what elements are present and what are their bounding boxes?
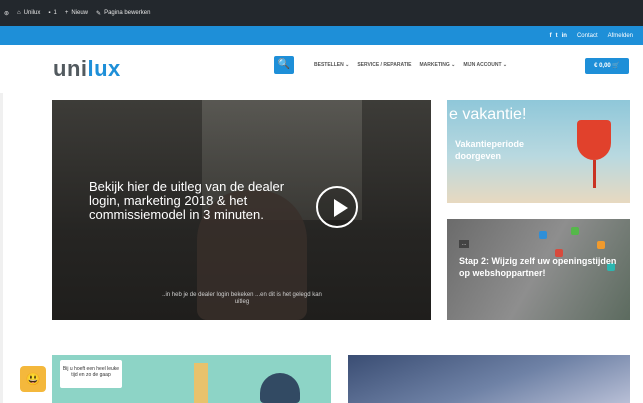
webshop-card[interactable]: ... Stap 2: Wijzig zelf uw openingstijde… [447,219,630,320]
social-links: f t in [550,33,567,39]
admin-bar: ⊛ ⌂ Unilux ▪ 1 + Nieuw ✎ Pagina bewerken [0,0,643,26]
pencil-icon: ✎ [96,10,102,17]
site-logo[interactable]: unilux [53,56,121,82]
app-icon-blue [539,231,547,239]
drink-stem [593,160,596,188]
vacation-card[interactable]: e vakantie! Vakantieperiode doorgeven [447,100,630,203]
main-nav: BESTELLEN ⌄ SERVICE / REPARATIE MARKETIN… [314,62,507,68]
webshop-title: Stap 2: Wijzig zelf uw openingstijden op… [459,256,617,278]
video-caption: Bekijk hier de uitleg van de dealer logi… [89,179,285,222]
comments-link[interactable]: ▪ 1 [48,10,56,16]
home-icon: ⌂ [17,10,21,16]
site-link[interactable]: ⌂ Unilux [17,10,40,16]
edit-page-link[interactable]: ✎ Pagina bewerken [96,10,150,17]
app-icon-green [571,227,579,235]
play-icon[interactable] [316,186,358,228]
nav-item-marketing[interactable]: MARKETING ⌄ [420,62,456,68]
vacation-heading: e vakantie! [449,106,527,123]
search-button[interactable]: 🔍 [274,56,294,74]
comment-icon: ▪ [48,10,51,16]
nav-item-service[interactable]: SERVICE / REPARATIE [357,62,411,68]
card-badge: ... [459,240,470,248]
cart-button[interactable]: € 0,00 🛒 [585,58,629,74]
nav-item-bestellen[interactable]: BESTELLEN ⌄ [314,62,349,68]
video-subtitle: ..in heb je de dealer login bekeken ...e… [162,292,322,305]
drink-icon [577,120,611,160]
promo-card-right[interactable] [348,355,630,403]
search-icon: 🔍 [277,59,291,70]
wordpress-icon[interactable]: ⊛ [4,10,9,17]
app-icon-orange [597,241,605,249]
vacation-title: Vakantieperiode doorgeven [455,139,525,161]
speech-bubble: Bij u hoeft een heel leuke tijd en zo de… [60,360,122,388]
illustration-pole [194,363,208,403]
site-header: unilux 🔍 BESTELLEN ⌄ SERVICE / REPARATIE… [0,45,643,93]
logout-link[interactable]: Afmelden [608,33,633,39]
twitter-icon[interactable]: t [556,33,558,39]
promo-card-left[interactable]: Bij u hoeft een heel leuke tijd en zo de… [52,355,331,403]
linkedin-icon[interactable]: in [562,33,567,39]
video-player[interactable]: Bekijk hier de uitleg van de dealer logi… [52,100,431,320]
nav-item-account[interactable]: MIJN ACCOUNT ⌄ [463,62,507,68]
illustration-figure [260,373,300,403]
contact-link[interactable]: Contact [577,33,598,39]
plus-icon: + [64,10,69,16]
new-link[interactable]: + Nieuw [65,10,88,16]
facebook-icon[interactable]: f [550,33,552,39]
top-bar: f t in Contact Afmelden [0,26,643,45]
chat-icon[interactable]: 😃 [20,366,46,392]
